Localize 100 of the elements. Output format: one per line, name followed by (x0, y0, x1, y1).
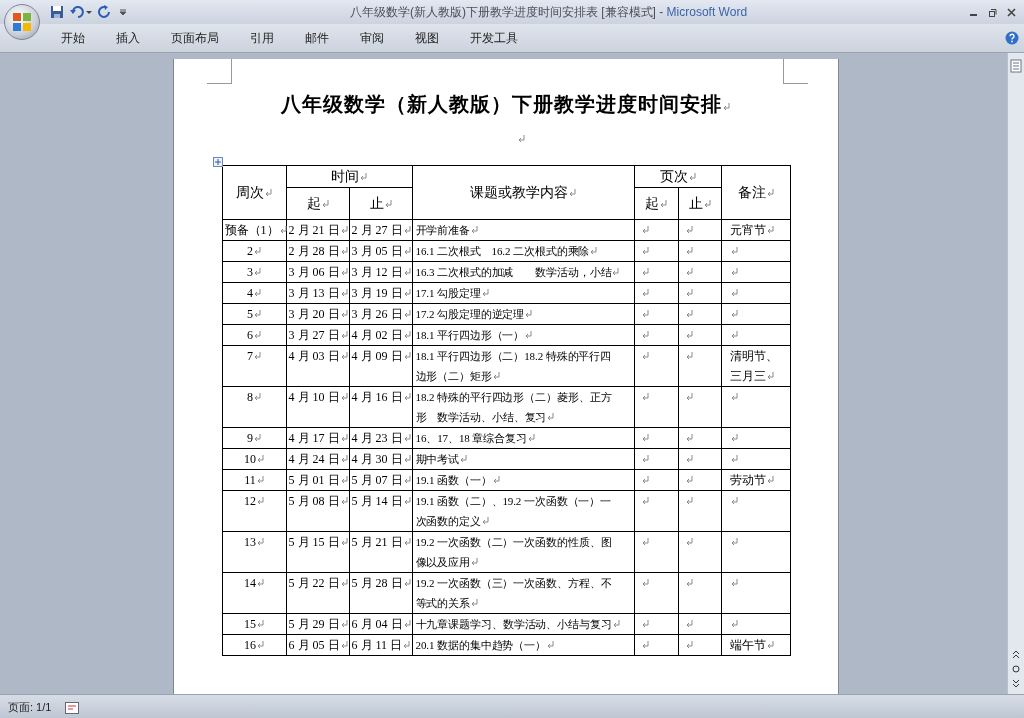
ribbon-tab[interactable]: 开发工具 (457, 25, 531, 51)
paragraph-mark-icon (612, 620, 620, 628)
paragraph-mark-icon (403, 538, 411, 546)
previous-page-icon[interactable] (1012, 650, 1020, 659)
table-cell: 4 (222, 282, 286, 304)
table-cell: 5 月 07 日 (349, 469, 412, 491)
table-cell: 16、17、18 章综合复习 (412, 427, 634, 449)
paragraph-mark-icon (766, 476, 774, 484)
paragraph-mark-icon (703, 199, 711, 208)
paragraph-mark-icon (660, 199, 667, 208)
margin-corner-mark (782, 59, 808, 84)
paragraph-mark-icon (257, 455, 264, 463)
table-cell: 3 月 06 日 (286, 261, 349, 283)
paragraph-mark-icon (481, 289, 489, 297)
paragraph-mark-icon (340, 620, 348, 628)
ribbon-tab[interactable]: 审阅 (347, 25, 397, 51)
paragraph-mark-icon (641, 455, 649, 463)
paragraph-mark-icon (403, 310, 411, 318)
table-cell: 元宵节 (721, 219, 790, 241)
paragraph-mark-icon (403, 497, 411, 505)
table-cell: 4 月 23 日 (349, 427, 412, 449)
table-cell: 18.2 特殊的平行四边形（二）菱形、正方形 数学活动、小结、复习 (412, 386, 634, 428)
proofing-status-icon[interactable] (65, 701, 80, 714)
paragraph-mark-icon (685, 620, 693, 628)
paragraph-mark-icon (641, 247, 649, 255)
paragraph-mark-icon (254, 247, 261, 255)
table-cell: 3 月 26 日 (349, 303, 412, 325)
close-icon[interactable] (1007, 7, 1016, 17)
ribbon-tab[interactable]: 视图 (402, 25, 452, 51)
paragraph-mark-icon (685, 455, 693, 463)
table-cell: 17.1 勾股定理 (412, 282, 634, 304)
table-cell: 5 月 14 日 (349, 490, 412, 532)
column-header: 时间 (286, 165, 412, 188)
restore-icon[interactable] (988, 7, 997, 17)
page-count[interactable]: 页面: 1/1 (8, 700, 52, 715)
help-icon[interactable] (1005, 31, 1019, 45)
ribbon-tab[interactable]: 引用 (237, 25, 287, 51)
paragraph-mark-icon (547, 641, 554, 649)
paragraph-mark-icon (403, 393, 411, 401)
ribbon-tab[interactable]: 插入 (103, 25, 153, 51)
paragraph-mark-icon (685, 247, 693, 255)
table-cell: 预备（1） (222, 219, 286, 241)
next-page-icon[interactable] (1012, 679, 1020, 688)
paragraph-mark-icon (492, 372, 500, 380)
paragraph-mark-icon (685, 289, 693, 297)
table-cell: 4 月 10 日 (286, 386, 349, 428)
paragraph-mark-icon (685, 579, 693, 587)
paragraph-mark-icon (340, 331, 348, 339)
paragraph-mark-icon (685, 434, 693, 442)
paragraph-mark-icon (403, 434, 411, 442)
paragraph-mark-icon (730, 579, 738, 587)
paragraph-mark-icon (730, 289, 738, 297)
browse-object-icon[interactable] (1012, 665, 1020, 673)
redo-icon[interactable] (98, 5, 112, 19)
table-cell: 3 月 05 日 (349, 240, 412, 262)
paragraph-mark-icon (471, 558, 478, 566)
office-button[interactable] (4, 4, 40, 40)
paragraph-mark-icon (403, 352, 411, 360)
ribbon-tab[interactable]: 页面布局 (158, 25, 232, 51)
paragraph-mark-icon (641, 476, 649, 484)
table-cell: 13 (222, 531, 286, 573)
paragraph-mark-icon (340, 226, 348, 234)
paragraph-mark-icon (403, 579, 411, 587)
table-cell: 2 月 27 日 (349, 219, 412, 241)
table-cell: 端午节 (721, 634, 790, 656)
table-cell: 6 月 04 日 (349, 613, 412, 635)
paragraph-mark-icon (321, 199, 329, 208)
paragraph-mark-icon (685, 393, 693, 401)
table-cell: 4 月 24 日 (286, 448, 349, 470)
paragraph-mark-icon (547, 413, 555, 421)
paragraph-mark-icon (525, 331, 533, 339)
paragraph-mark-icon (403, 620, 411, 628)
undo-icon[interactable] (70, 5, 92, 19)
paragraph-mark-icon (256, 476, 264, 484)
table-cell: 16.1 二次根式 16.2 二次根式的乘除 (412, 240, 634, 262)
margin-corner-mark (206, 59, 232, 84)
paragraph-mark-icon (254, 352, 261, 360)
paragraph-mark-icon (641, 331, 649, 339)
paragraph-mark-icon (685, 497, 693, 505)
table-move-handle-icon[interactable] (212, 157, 223, 167)
table-cell: 16 (222, 634, 286, 656)
paragraph-mark-icon (685, 310, 693, 318)
paragraph-mark-icon (730, 620, 738, 628)
table-cell: 4 月 30 日 (349, 448, 412, 470)
column-header: 起 (286, 187, 349, 220)
ribbon-tab[interactable]: 邮件 (292, 25, 342, 51)
paragraph-mark-icon (481, 517, 489, 525)
table-cell: 期中考试 (412, 448, 634, 470)
table-cell: 10 (222, 448, 286, 470)
table-cell: 6 月 05 日 (286, 634, 349, 656)
ruler-icon[interactable] (1010, 59, 1022, 73)
paragraph-mark-icon (612, 268, 620, 276)
table-cell: 清明节、三月三 (721, 345, 790, 387)
table-cell: 19.1 函数（一） (412, 469, 634, 491)
table-cell: 15 (222, 613, 286, 635)
office-logo-icon (12, 12, 32, 32)
ribbon-tab[interactable]: 开始 (48, 25, 98, 51)
customize-dropdown-icon[interactable] (118, 7, 128, 17)
table-cell: 5 (222, 303, 286, 325)
save-icon[interactable] (50, 5, 64, 19)
